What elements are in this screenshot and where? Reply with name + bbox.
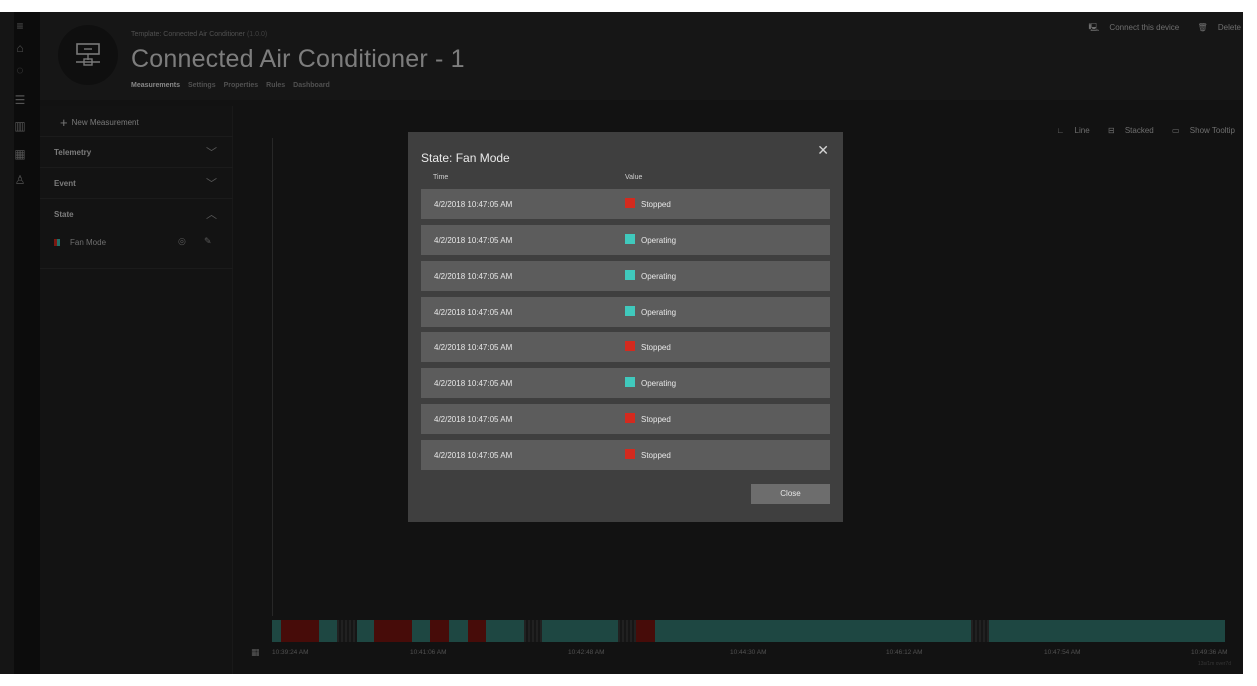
state-detail-dialog: State: Fan Mode ✕ Time Value 4/2/2018 10…: [408, 132, 843, 522]
row-value: Stopped: [641, 415, 671, 424]
state-color-swatch: [625, 341, 635, 351]
row-time: 4/2/2018 10:47:05 AM: [434, 200, 513, 209]
close-icon[interactable]: ✕: [817, 142, 829, 159]
row-value: Operating: [641, 379, 677, 388]
table-row: 4/2/2018 10:47:05 AM Operating: [421, 368, 830, 398]
row-time: 4/2/2018 10:47:05 AM: [434, 308, 513, 317]
row-value: Stopped: [641, 451, 671, 460]
table-row: 4/2/2018 10:47:05 AM Stopped: [421, 440, 830, 470]
state-color-swatch: [625, 198, 635, 208]
state-color-swatch: [625, 377, 635, 387]
row-value: Operating: [641, 308, 677, 317]
table-row: 4/2/2018 10:47:05 AM Operating: [421, 261, 830, 291]
state-color-swatch: [625, 306, 635, 316]
dialog-title: State: Fan Mode: [421, 151, 510, 165]
table-row: 4/2/2018 10:47:05 AM Stopped: [421, 404, 830, 434]
state-color-swatch: [625, 234, 635, 244]
row-time: 4/2/2018 10:47:05 AM: [434, 343, 513, 352]
row-value: Operating: [641, 236, 677, 245]
table-row: 4/2/2018 10:47:05 AM Operating: [421, 297, 830, 327]
row-time: 4/2/2018 10:47:05 AM: [434, 379, 513, 388]
row-time: 4/2/2018 10:47:05 AM: [434, 451, 513, 460]
time-column-header: Time: [433, 174, 449, 181]
table-row: 4/2/2018 10:47:05 AM Stopped: [421, 332, 830, 362]
row-value: Operating: [641, 272, 677, 281]
row-time: 4/2/2018 10:47:05 AM: [434, 236, 513, 245]
value-column-header: Value: [625, 174, 643, 181]
state-color-swatch: [625, 270, 635, 280]
row-time: 4/2/2018 10:47:05 AM: [434, 415, 513, 424]
row-time: 4/2/2018 10:47:05 AM: [434, 272, 513, 281]
state-color-swatch: [625, 449, 635, 459]
row-value: Stopped: [641, 343, 671, 352]
table-row: 4/2/2018 10:47:05 AM Stopped: [421, 189, 830, 219]
table-row: 4/2/2018 10:47:05 AM Operating: [421, 225, 830, 255]
close-button[interactable]: Close: [751, 484, 830, 504]
state-color-swatch: [625, 413, 635, 423]
row-value: Stopped: [641, 200, 671, 209]
